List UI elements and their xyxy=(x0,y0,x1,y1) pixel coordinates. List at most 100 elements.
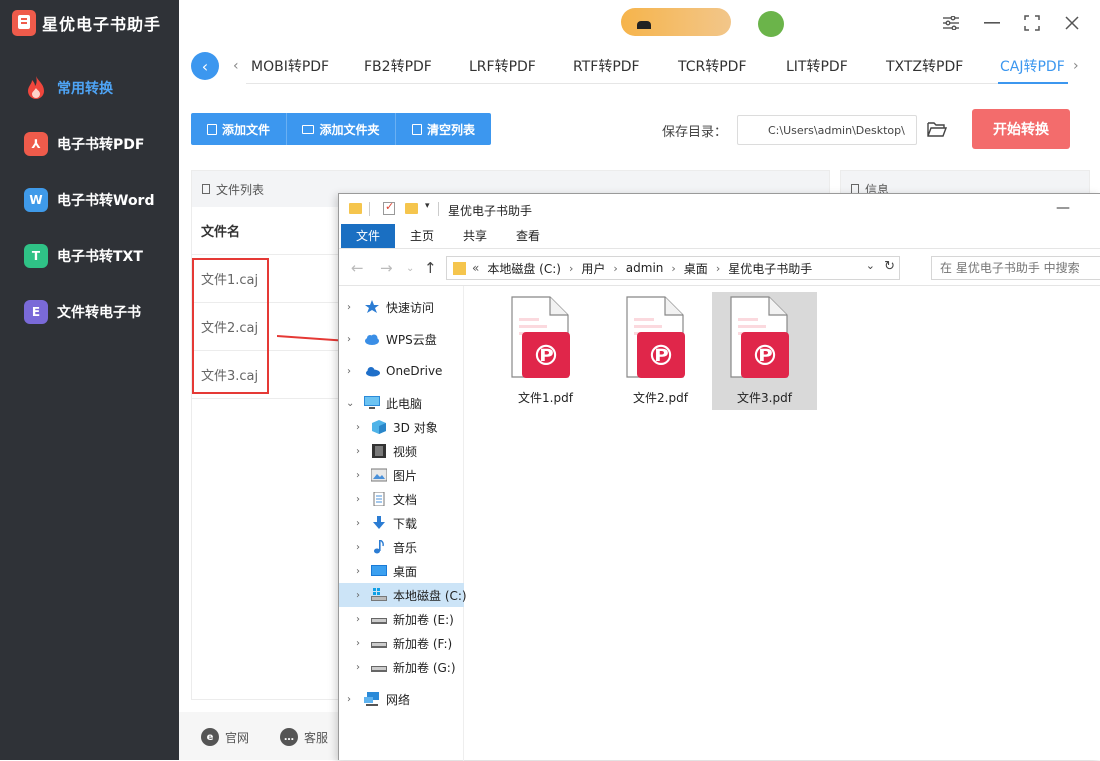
sidebar-item-ebook-to-pdf[interactable]: ⅄ 电子书转PDF xyxy=(0,116,179,172)
tab-lit-to-pdf[interactable]: LIT转PDF xyxy=(786,56,848,76)
start-convert-button[interactable]: 开始转换 xyxy=(972,109,1070,149)
tree-item-local-disk-c[interactable]: › 本地磁盘 (C:) xyxy=(339,583,467,607)
music-icon xyxy=(371,539,387,554)
ribbon-tab-share[interactable]: 共享 xyxy=(451,224,499,248)
add-folder-button[interactable]: 添加文件夹 xyxy=(287,113,396,145)
ribbon-tab-file[interactable]: 文件 xyxy=(341,224,395,248)
tree-item-music[interactable]: › 音乐 xyxy=(339,535,464,559)
tree-item-this-pc[interactable]: ⌄ 此电脑 xyxy=(339,391,464,415)
clear-list-button[interactable]: 清空列表 xyxy=(396,113,491,145)
chevron-right-icon: › xyxy=(356,613,360,625)
folder-open-icon[interactable] xyxy=(927,120,948,138)
chevron-right-icon: › xyxy=(356,493,360,505)
svg-text:℗: ℗ xyxy=(751,339,779,372)
chevron-down-icon[interactable]: ▾ xyxy=(425,201,430,211)
refresh-icon[interactable]: ↻ xyxy=(884,259,895,274)
back-button[interactable]: ‹ xyxy=(191,52,219,80)
tab-caj-to-pdf[interactable]: CAJ转PDF xyxy=(1000,56,1065,76)
file-tile-pdf-3[interactable]: ℗ 文件3.pdf xyxy=(712,292,817,410)
new-folder-icon[interactable] xyxy=(405,203,418,214)
tree-item-label: 3D 对象 xyxy=(393,420,438,435)
tree-item-wps-cloud[interactable]: › WPS云盘 xyxy=(339,327,464,351)
toolbar: 添加文件 添加文件夹 清空列表 xyxy=(191,113,491,145)
sidebar-item-ebook-to-txt[interactable]: T 电子书转TXT xyxy=(0,228,179,284)
tree-item-volume-e[interactable]: › 新加卷 (E:) xyxy=(339,607,464,631)
add-file-button[interactable]: 添加文件 xyxy=(191,113,287,145)
document-icon xyxy=(371,491,387,507)
tree-item-videos[interactable]: › 视频 xyxy=(339,439,464,463)
ribbon-tab-view[interactable]: 查看 xyxy=(504,224,552,248)
breadcrumb-item[interactable]: 本地磁盘 (C:) xyxy=(487,260,561,277)
chevron-right-icon: › xyxy=(356,421,360,433)
tab-rtf-to-pdf[interactable]: RTF转PDF xyxy=(573,56,640,76)
folder-icon xyxy=(453,261,466,275)
pdf-file-icon: ℗ xyxy=(626,296,685,378)
address-bar[interactable]: « 本地磁盘 (C:) › 用户 › admin › 桌面 › 星优电子书助手 … xyxy=(446,256,900,280)
sidebar-item-file-to-ebook[interactable]: E 文件转电子书 xyxy=(0,284,179,340)
fire-icon xyxy=(24,76,48,100)
app-title: 星优电子书助手 xyxy=(42,15,162,34)
sidebar-item-label: 常用转换 xyxy=(57,81,113,97)
minimize-icon[interactable]: — xyxy=(1056,200,1070,216)
sidebar-item-common[interactable]: 常用转换 xyxy=(0,60,179,116)
format-tabs: MOBI转PDF FB2转PDF LRF转PDF RTF转PDF TCR转PDF… xyxy=(246,48,1068,84)
breadcrumb-overflow[interactable]: « xyxy=(472,261,479,275)
close-icon[interactable] xyxy=(1061,12,1083,34)
tab-txtz-to-pdf[interactable]: TXTZ转PDF xyxy=(886,56,963,76)
tree-item-onedrive[interactable]: › OneDrive xyxy=(339,359,464,383)
divider xyxy=(369,202,370,216)
support-link[interactable]: … 客服 xyxy=(280,728,328,746)
chevron-right-icon: › xyxy=(356,637,360,649)
chevron-right-icon: › xyxy=(347,333,351,345)
ribbon-tab-home[interactable]: 主页 xyxy=(398,224,446,248)
tabs-scroll-left-icon[interactable]: ‹ xyxy=(233,58,239,74)
sidebar-item-label: 电子书转TXT xyxy=(57,249,143,265)
chevron-right-icon: › xyxy=(347,365,351,377)
minimize-icon[interactable] xyxy=(981,12,1003,34)
website-link[interactable]: e 官网 xyxy=(201,728,249,746)
properties-icon[interactable] xyxy=(383,200,395,215)
download-icon xyxy=(371,516,387,530)
drive-icon xyxy=(371,660,387,674)
tabs-scroll-right-icon[interactable]: › xyxy=(1073,58,1079,74)
breadcrumb-item[interactable]: 用户 xyxy=(581,260,605,277)
tree-item-label: 图片 xyxy=(393,468,418,483)
tree-item-label: 此电脑 xyxy=(386,396,423,411)
settings-icon[interactable] xyxy=(940,12,962,34)
drive-icon xyxy=(371,612,387,626)
tab-mobi-to-pdf[interactable]: MOBI转PDF xyxy=(251,56,329,76)
back-arrow-icon[interactable]: ← xyxy=(351,259,364,277)
tree-item-label: 网络 xyxy=(386,692,411,707)
avatar[interactable] xyxy=(758,11,784,37)
chevron-right-icon: › xyxy=(671,261,676,275)
maximize-icon[interactable] xyxy=(1021,12,1043,34)
file-tile-pdf-2[interactable]: ℗ 文件2.pdf xyxy=(608,292,713,410)
tab-tcr-to-pdf[interactable]: TCR转PDF xyxy=(678,56,747,76)
up-arrow-icon[interactable]: ↑ xyxy=(424,259,437,277)
tab-lrf-to-pdf[interactable]: LRF转PDF xyxy=(469,56,536,76)
file-icon xyxy=(206,123,217,135)
sidebar-item-ebook-to-word[interactable]: W 电子书转Word xyxy=(0,172,179,228)
breadcrumb-item[interactable]: 星优电子书助手 xyxy=(728,260,812,277)
forward-arrow-icon[interactable]: → xyxy=(380,259,393,277)
chevron-down-icon[interactable]: ⌄ xyxy=(406,263,414,274)
file-tile-pdf-1[interactable]: ℗ 文件1.pdf xyxy=(493,292,598,410)
tree-item-pictures[interactable]: › 图片 xyxy=(339,463,464,487)
tree-item-3d-objects[interactable]: › 3D 对象 xyxy=(339,415,464,439)
search-input[interactable] xyxy=(931,256,1100,280)
tree-item-volume-f[interactable]: › 新加卷 (F:) xyxy=(339,631,464,655)
tree-item-volume-g[interactable]: › 新加卷 (G:) xyxy=(339,655,464,679)
tree-item-network[interactable]: › 网络 xyxy=(339,687,464,711)
tree-item-quick-access[interactable]: › 快速访问 xyxy=(339,295,464,319)
save-dir-input[interactable] xyxy=(737,115,917,145)
explorer-titlebar: ▾ 星优电子书助手 — xyxy=(339,194,1100,224)
breadcrumb-item[interactable]: 桌面 xyxy=(684,260,708,277)
tree-item-downloads[interactable]: › 下载 xyxy=(339,511,464,535)
vip-badge[interactable] xyxy=(621,8,731,36)
chevron-down-icon[interactable]: ⌄ xyxy=(866,259,875,272)
tree-item-documents[interactable]: › 文档 xyxy=(339,487,464,511)
breadcrumb-item[interactable]: admin xyxy=(626,261,664,275)
tab-fb2-to-pdf[interactable]: FB2转PDF xyxy=(364,56,432,76)
tree-item-desktop[interactable]: › 桌面 xyxy=(339,559,464,583)
chevron-down-icon: ⌄ xyxy=(346,397,355,409)
